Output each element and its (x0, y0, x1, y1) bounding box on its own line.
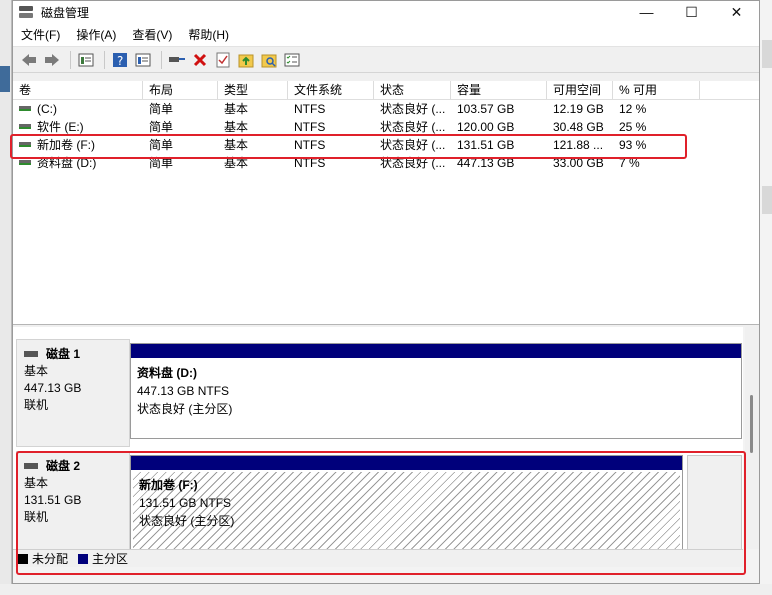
background-window-right (760, 0, 772, 595)
disk-management-icon (19, 6, 33, 18)
table-row[interactable]: (C:) 简单 基本 NTFS 状态良好 (... 103.57 GB 12.1… (13, 100, 759, 118)
disk-view: 磁盘 1 基本 447.13 GB 联机 资料盘 (D:) 447.13 GB … (13, 327, 759, 583)
menu-help[interactable]: 帮助(H) (180, 26, 237, 43)
disk-icon (24, 350, 38, 357)
column-layout[interactable]: 布局 (143, 81, 218, 99)
background-tab (762, 186, 772, 214)
partition-d[interactable]: 资料盘 (D:) 447.13 GB NTFS 状态良好 (主分区) (130, 343, 742, 439)
volume-icon (19, 124, 31, 130)
background-tab (0, 66, 10, 92)
column-free-space[interactable]: 可用空间 (547, 81, 613, 99)
svg-text:?: ? (117, 54, 123, 68)
check-icon[interactable] (213, 50, 233, 70)
folder-up-icon[interactable] (236, 50, 256, 70)
disk-management-window: 磁盘管理 — ☐ ✕ 文件(F) 操作(A) 查看(V) 帮助(H) ? 卷 布… (10, 0, 760, 584)
list-view-icon[interactable] (76, 50, 96, 70)
highlight-box-volume-f (10, 134, 687, 159)
column-type[interactable]: 类型 (218, 81, 288, 99)
volume-list: 卷 布局 类型 文件系统 状态 容量 可用空间 % 可用 (C:) 简单 基本 … (10, 81, 759, 325)
scrollbar-thumb[interactable] (750, 395, 753, 453)
help-icon[interactable]: ? (110, 50, 130, 70)
highlight-box-disk-2 (16, 451, 746, 575)
delete-icon[interactable] (190, 50, 210, 70)
column-status[interactable]: 状态 (374, 81, 451, 99)
checklist-icon[interactable] (282, 50, 302, 70)
maximize-button[interactable]: ☐ (669, 1, 714, 23)
search-folder-icon[interactable] (259, 50, 279, 70)
menu-view[interactable]: 查看(V) (124, 26, 180, 43)
close-button[interactable]: ✕ (714, 1, 759, 23)
disk-1-status: 联机 (24, 398, 49, 412)
title-bar: 磁盘管理 — ☐ ✕ (13, 1, 759, 23)
background-window-bottom (0, 584, 772, 595)
column-capacity[interactable]: 容量 (451, 81, 547, 99)
back-icon[interactable] (19, 50, 39, 70)
primary-partition-bar (131, 344, 741, 358)
volume-list-header: 卷 布局 类型 文件系统 状态 容量 可用空间 % 可用 (13, 81, 759, 100)
disk-1-name: 磁盘 1 (46, 347, 81, 361)
menu-bar: 文件(F) 操作(A) 查看(V) 帮助(H) (13, 23, 759, 47)
partition-d-name: 资料盘 (D:) (137, 366, 197, 380)
window-title: 磁盘管理 (41, 5, 90, 20)
partition-d-size: 447.13 GB NTFS (137, 384, 230, 398)
toolbar: ? (13, 47, 759, 73)
disk-pane-scrollbar[interactable] (745, 327, 759, 549)
volume-icon (19, 160, 31, 166)
minimize-button[interactable]: — (624, 1, 669, 23)
column-percent-free[interactable]: % 可用 (613, 81, 700, 99)
partition-d-status: 状态良好 (主分区) (137, 402, 233, 416)
forward-icon[interactable] (42, 50, 62, 70)
disk-1-size: 447.13 GB (24, 381, 82, 395)
properties-icon[interactable] (133, 50, 153, 70)
column-volume[interactable]: 卷 (13, 81, 143, 99)
background-window-left (0, 0, 12, 595)
volume-icon (19, 106, 31, 112)
menu-action[interactable]: 操作(A) (68, 26, 124, 43)
column-filesystem[interactable]: 文件系统 (288, 81, 374, 99)
disk-1-label[interactable]: 磁盘 1 基本 447.13 GB 联机 (16, 339, 130, 447)
background-tab (762, 40, 772, 68)
disk-1-type: 基本 (24, 364, 49, 378)
menu-file[interactable]: 文件(F) (13, 26, 68, 43)
connect-icon[interactable] (167, 50, 187, 70)
